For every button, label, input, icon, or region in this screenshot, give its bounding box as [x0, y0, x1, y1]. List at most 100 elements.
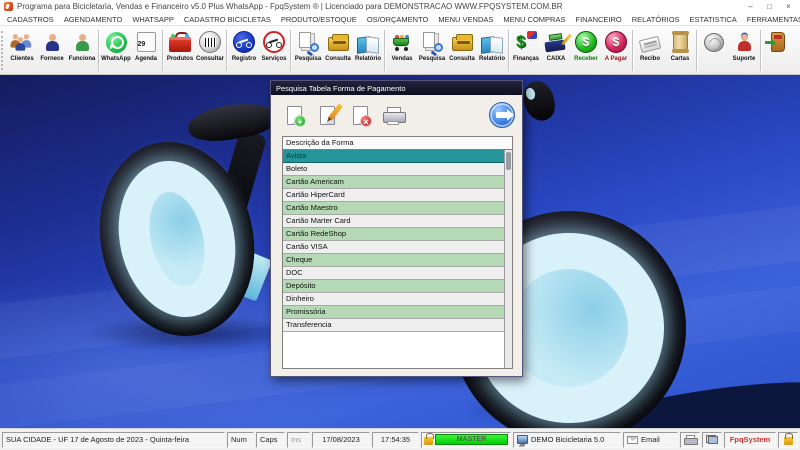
- servicos-button[interactable]: Serviços: [259, 27, 289, 74]
- edit-record-button[interactable]: [314, 102, 344, 128]
- menu-cadastros[interactable]: CADASTROS: [2, 15, 59, 24]
- consulta-vendas-button[interactable]: Consulta: [447, 27, 477, 74]
- fornecedor-button[interactable]: Fornece: [37, 27, 67, 74]
- agenda-button[interactable]: 29 Agenda: [131, 27, 161, 74]
- status-caps-lock: Caps: [256, 431, 285, 448]
- list-item[interactable]: Cartão VISA: [283, 241, 504, 254]
- clientes-button[interactable]: Clientes: [7, 27, 37, 74]
- pesquisa-vendas-button[interactable]: Pesquisa: [417, 27, 447, 74]
- menu-produto-estoque[interactable]: PRODUTO/ESTOQUE: [276, 15, 362, 24]
- app-window: Programa para Bicicletaria, Vendas e Fin…: [0, 0, 800, 450]
- drawer-icon: [451, 34, 473, 51]
- menu-financeiro[interactable]: FINANCEIRO: [570, 15, 626, 24]
- menu-agendamento[interactable]: AGENDAMENTO: [59, 15, 128, 24]
- employee-icon: [74, 33, 90, 52]
- list-item[interactable]: Cartão Marter Card: [283, 215, 504, 228]
- payment-forms-list: Descrição da Forma Avista Boleto Cartão …: [282, 136, 513, 369]
- list-item[interactable]: Cartão Americam: [283, 176, 504, 189]
- toolbar-separator: [696, 30, 698, 71]
- registro-button[interactable]: Registro: [229, 27, 259, 74]
- produtos-button[interactable]: Produtos: [165, 27, 195, 74]
- suporte-button[interactable]: Suporte: [729, 27, 759, 74]
- list-item[interactable]: Cartão HiperCard: [283, 189, 504, 202]
- dialog-title-bar[interactable]: Pesquisa Tabela Forma de Pagamento: [271, 81, 522, 95]
- master-badge: MASTER: [435, 434, 508, 445]
- status-brand: FpqSystem: [724, 431, 776, 448]
- support-icon: [736, 33, 752, 52]
- whatsapp-button[interactable]: WhatsApp: [101, 27, 131, 74]
- print-button[interactable]: [380, 102, 406, 128]
- list-item[interactable]: Dinheiro: [283, 293, 504, 306]
- delete-record-button[interactable]: ×: [347, 102, 373, 128]
- lightcycle-mirror: [519, 77, 559, 125]
- toolbar-separator: [162, 30, 164, 71]
- moeda-button[interactable]: [699, 27, 729, 74]
- computer-icon: [517, 435, 528, 446]
- recibo-button[interactable]: Recibo: [635, 27, 665, 74]
- payment-form-dialog: Pesquisa Tabela Forma de Pagamento + × D…: [270, 80, 523, 377]
- supplier-icon: [44, 33, 60, 52]
- menu-estatistica[interactable]: ESTATISTICA: [685, 15, 742, 24]
- sair-button[interactable]: [763, 27, 793, 74]
- confirm-button[interactable]: [489, 102, 515, 128]
- status-num-lock: Num: [227, 431, 254, 448]
- funcionario-button[interactable]: Funciona: [67, 27, 97, 74]
- add-record-button[interactable]: +: [281, 102, 307, 128]
- list-item-selected[interactable]: Avista: [283, 150, 504, 163]
- receive-dollar-icon: $: [575, 31, 597, 53]
- toolbar-separator: [760, 30, 762, 71]
- menu-whatsapp[interactable]: WHATSAPP: [127, 15, 179, 24]
- plus-icon: +: [294, 115, 306, 127]
- list-item[interactable]: Cartão Maestro: [283, 202, 504, 215]
- toolbar-separator: [508, 30, 510, 71]
- list-item[interactable]: Transferencia: [283, 319, 504, 332]
- financas-button[interactable]: $ Finanças: [511, 27, 541, 74]
- cartas-button[interactable]: Cartas: [665, 27, 695, 74]
- vendas-button[interactable]: Vendas: [387, 27, 417, 74]
- list-item[interactable]: DOC: [283, 267, 504, 280]
- dialog-title: Pesquisa Tabela Forma de Pagamento: [276, 83, 406, 93]
- title-bar: Programa para Bicicletaria, Vendas e Fin…: [0, 0, 800, 13]
- apagar-button[interactable]: $ A Pagar: [601, 27, 631, 74]
- status-print-button[interactable]: [680, 431, 700, 448]
- menu-cadastro-bicicletas[interactable]: CADASTRO BICICLETAS: [179, 15, 276, 24]
- delete-x-icon: ×: [360, 115, 372, 127]
- pay-dollar-icon: $: [605, 31, 627, 53]
- toolbar-separator: [226, 30, 228, 71]
- menu-vendas[interactable]: MENU VENDAS: [433, 15, 498, 24]
- toolbar-separator: [384, 30, 386, 71]
- bike-service-icon: [263, 31, 285, 53]
- relatorio-vendas-button[interactable]: Relatório: [477, 27, 507, 74]
- menu-compras[interactable]: MENU COMPRAS: [498, 15, 570, 24]
- status-email-button[interactable]: Email: [623, 431, 678, 448]
- search-documents-icon: [421, 31, 443, 53]
- receber-button[interactable]: $ Receber: [571, 27, 601, 74]
- menu-os-orcamento[interactable]: OS/ORÇAMENTO: [362, 15, 434, 24]
- menu-ferramentas[interactable]: FERRAMENTAS: [742, 15, 800, 24]
- list-item[interactable]: Promissória: [283, 306, 504, 319]
- menu-relatorios[interactable]: RELATÓRIOS: [627, 15, 685, 24]
- list-item[interactable]: Cheque: [283, 254, 504, 267]
- status-network-button[interactable]: [702, 431, 722, 448]
- list-scrollbar[interactable]: [504, 150, 512, 368]
- dialog-toolbar: + ×: [281, 101, 515, 129]
- toolbar-grip: [1, 31, 6, 70]
- status-security-button[interactable]: [778, 431, 798, 448]
- consulta-os-button[interactable]: Consulta: [323, 27, 353, 74]
- pesquisa-os-button[interactable]: Pesquisa: [293, 27, 323, 74]
- relatorio-os-button[interactable]: Relatório: [353, 27, 383, 74]
- coin-icon: [704, 32, 724, 52]
- list-item[interactable]: Cartão RedeShop: [283, 228, 504, 241]
- minimize-button[interactable]: –: [741, 1, 760, 13]
- search-documents-icon: [297, 31, 319, 53]
- list-item[interactable]: Depósito: [283, 280, 504, 293]
- caixa-button[interactable]: CAIXA: [541, 27, 572, 74]
- maximize-button[interactable]: □: [760, 1, 779, 13]
- calendar-icon: 29: [136, 32, 156, 52]
- scrollbar-thumb[interactable]: [506, 152, 511, 170]
- padlock-icon: [783, 433, 793, 445]
- consultar-button[interactable]: Consultar: [195, 27, 225, 74]
- status-location-date: SUA CIDADE - UF 17 de Agosto de 2023 - Q…: [2, 431, 225, 448]
- close-button[interactable]: ×: [779, 1, 798, 13]
- list-item[interactable]: Boleto: [283, 163, 504, 176]
